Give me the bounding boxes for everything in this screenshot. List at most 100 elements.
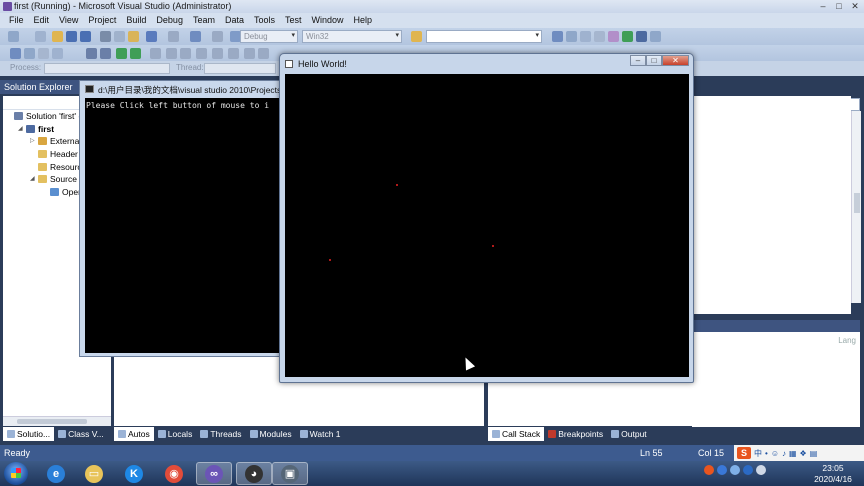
taskbar-app[interactable]: ▭ — [76, 462, 112, 485]
redo-icon[interactable] — [168, 31, 179, 42]
toolbox-icon[interactable] — [594, 31, 605, 42]
menu-team[interactable]: Team — [188, 13, 220, 28]
uncomment-icon[interactable] — [130, 48, 141, 59]
ime-mode-indicator[interactable]: 中 — [754, 448, 762, 459]
undo-icon[interactable] — [146, 31, 157, 42]
menu-tools[interactable]: Tools — [249, 13, 280, 28]
process-dropdown[interactable] — [44, 63, 170, 74]
thread-dropdown[interactable] — [204, 63, 276, 74]
bookmark-window-icon[interactable] — [228, 48, 239, 59]
solution-configuration-dropdown[interactable]: Debug ▾ — [240, 30, 298, 43]
tab-class-view[interactable]: Class V... — [54, 427, 108, 441]
extension-manager-icon[interactable] — [622, 31, 633, 42]
tab-breakpoints[interactable]: Breakpoints — [544, 427, 607, 441]
decrease-indent-icon[interactable] — [86, 48, 97, 59]
properties-icon[interactable] — [566, 31, 577, 42]
toggle-bookmark-icon[interactable] — [150, 48, 161, 59]
minimize-button[interactable]: – — [818, 0, 828, 12]
quick-info-icon[interactable] — [38, 48, 49, 59]
code-editor[interactable] — [692, 96, 851, 314]
navigate-forward-icon[interactable] — [212, 31, 223, 42]
menu-project[interactable]: Project — [83, 13, 121, 28]
toolbox-icon[interactable]: ▤ — [810, 449, 818, 458]
volume-tray-icon[interactable] — [756, 465, 766, 475]
tab-autos[interactable]: Autos — [114, 427, 154, 441]
menu-help[interactable]: Help — [349, 13, 378, 28]
tab-locals[interactable]: Locals — [154, 427, 197, 441]
word-completion-icon[interactable] — [52, 48, 63, 59]
increase-indent-icon[interactable] — [100, 48, 111, 59]
close-button[interactable]: ✕ — [662, 55, 689, 66]
menu-view[interactable]: View — [54, 13, 83, 28]
menu-file[interactable]: File — [4, 13, 29, 28]
save-all-icon[interactable] — [80, 31, 91, 42]
clear-bookmarks-icon[interactable] — [212, 48, 223, 59]
copy-icon[interactable] — [114, 31, 125, 42]
network-tray-icon[interactable] — [730, 465, 740, 475]
command-window-icon[interactable] — [636, 31, 647, 42]
solution-explorer-scrollbar[interactable] — [3, 416, 111, 426]
taskbar-app[interactable]: ▣ — [272, 462, 308, 485]
scrollbar-thumb[interactable] — [854, 193, 860, 213]
toolbar-options-icon[interactable] — [258, 48, 269, 59]
navigate-backward-icon[interactable] — [190, 31, 201, 42]
punctuation-icon[interactable]: • — [765, 449, 768, 458]
start-button[interactable] — [4, 462, 28, 485]
cut-icon[interactable] — [100, 31, 111, 42]
minimize-button[interactable]: – — [630, 55, 646, 66]
console-window[interactable]: d:\用户目录\我的文档\visual studio 2010\Projects… — [79, 80, 285, 357]
menu-edit[interactable]: Edit — [29, 13, 55, 28]
editor-vertical-scrollbar[interactable] — [851, 111, 861, 303]
solution-explorer-icon[interactable] — [552, 31, 563, 42]
sogou-tray-icon[interactable] — [704, 465, 714, 475]
keyboard-icon[interactable]: ▦ — [789, 449, 797, 458]
tab-modules[interactable]: Modules — [246, 427, 296, 441]
menu-window[interactable]: Window — [307, 13, 349, 28]
previous-bookmark-icon[interactable] — [166, 48, 177, 59]
display-object-member-icon[interactable] — [10, 48, 21, 59]
maximize-button[interactable]: □ — [646, 55, 662, 66]
taskbar-app[interactable]: ◉ — [156, 462, 192, 485]
tab-call-stack[interactable]: Call Stack — [488, 427, 545, 441]
expand-arrow-icon[interactable]: ◢ — [30, 173, 35, 186]
taskbar-app[interactable]: ◕ — [236, 462, 272, 485]
paste-icon[interactable] — [128, 31, 139, 42]
skin-icon[interactable]: ❖ — [800, 449, 807, 458]
new-project-icon[interactable] — [8, 31, 19, 42]
voice-input-icon[interactable]: ♪ — [782, 449, 786, 458]
solution-platform-dropdown[interactable]: Win32 ▾ — [302, 30, 402, 43]
hello-world-window[interactable]: Hello World! – □ ✕ — [279, 53, 694, 383]
tab-watch-1[interactable]: Watch 1 — [296, 427, 345, 441]
more-tools-icon[interactable] — [650, 31, 661, 42]
comment-out-icon[interactable] — [116, 48, 127, 59]
parameter-info-icon[interactable] — [24, 48, 35, 59]
help-tray-icon[interactable] — [717, 465, 727, 475]
add-item-icon[interactable] — [35, 31, 46, 42]
taskbar-app[interactable]: K — [116, 462, 152, 485]
tab-output[interactable]: Output — [607, 427, 651, 441]
menu-test[interactable]: Test — [280, 13, 307, 28]
close-button[interactable]: ✕ — [850, 0, 860, 12]
tab-solution-explorer[interactable]: Solutio... — [3, 427, 55, 441]
expand-arrow-icon[interactable]: ◢ — [18, 123, 23, 136]
maximize-button[interactable]: □ — [834, 0, 844, 12]
ime-toolbar[interactable]: S 中 • ☺ ♪ ▦ ❖ ▤ — [734, 445, 864, 461]
more-bookmarks-icon[interactable] — [244, 48, 255, 59]
solution-explorer-header[interactable]: Solution Explorer — [0, 80, 80, 94]
find-in-files-icon[interactable] — [411, 31, 422, 42]
start-page-icon[interactable] — [608, 31, 619, 42]
emoji-icon[interactable]: ☺ — [771, 449, 779, 458]
taskbar-app[interactable]: ∞ — [196, 462, 232, 485]
bookmark-folder-icon[interactable] — [196, 48, 207, 59]
tab-threads[interactable]: Threads — [196, 427, 245, 441]
flag-tray-icon[interactable] — [743, 465, 753, 475]
next-bookmark-icon[interactable] — [180, 48, 191, 59]
expand-arrow-icon[interactable]: ▷ — [30, 135, 35, 148]
open-file-icon[interactable] — [52, 31, 63, 42]
menu-data[interactable]: Data — [220, 13, 249, 28]
find-combo[interactable]: ▾ — [426, 30, 542, 43]
object-browser-icon[interactable] — [580, 31, 591, 42]
vs-titlebar[interactable]: first (Running) - Microsoft Visual Studi… — [0, 0, 864, 13]
sogou-ime-icon[interactable]: S — [737, 447, 751, 459]
console-output[interactable]: Please Click left button of mouse to i — [85, 98, 285, 353]
